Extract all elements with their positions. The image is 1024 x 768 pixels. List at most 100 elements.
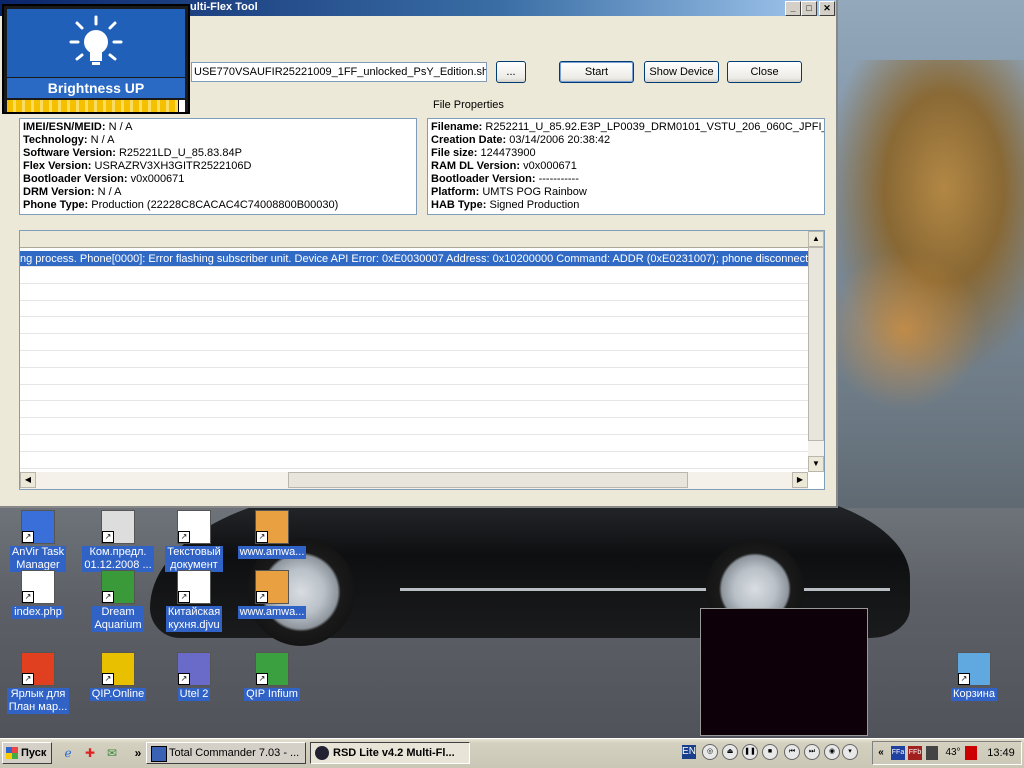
log-row[interactable]: [20, 369, 808, 385]
browse-button[interactable]: ...: [496, 61, 526, 83]
scroll-down-icon[interactable]: ▼: [808, 456, 824, 472]
scroll-left-icon[interactable]: ◀: [20, 472, 36, 488]
desktop-icon[interactable]: ↗ www.amwa...: [236, 510, 308, 559]
log-row[interactable]: [20, 285, 808, 301]
task-rsd-lite[interactable]: RSD Lite v4.2 Multi-Fl...: [310, 742, 470, 764]
quicklaunch-more-icon[interactable]: »: [130, 745, 146, 761]
maximize-button[interactable]: □: [801, 1, 817, 16]
media-menu-icon[interactable]: ▾: [842, 744, 858, 760]
log-row[interactable]: [20, 402, 808, 419]
document-icon: ↗: [101, 510, 135, 544]
log-row[interactable]: [20, 268, 808, 284]
property-value: v0x000671: [127, 173, 185, 185]
desktop-icon-label: Текстовый документ: [165, 546, 223, 572]
media-logo-icon[interactable]: ◎: [702, 744, 718, 760]
property-row: HAB Type: Signed Production: [431, 199, 821, 212]
minimize-button[interactable]: _: [785, 1, 801, 16]
filename-field[interactable]: USE770VSAUFIR25221009_1FF_unlocked_PsY_E…: [191, 62, 487, 82]
shortcut-arrow-icon: ↗: [256, 531, 268, 543]
property-row: RAM DL Version: v0x000671: [431, 160, 821, 173]
brightness-level-cap: [178, 100, 185, 112]
desktop-icon-label: Ком.предл. 01.12.2008 ...: [82, 546, 154, 572]
property-key: Phone Type:: [23, 199, 89, 211]
video-preview-window[interactable]: [700, 608, 868, 736]
shortcut-arrow-icon: ↗: [178, 531, 190, 543]
property-key: HAB Type:: [431, 199, 487, 211]
scroll-up-icon[interactable]: ▲: [808, 231, 824, 247]
log-row[interactable]: [20, 301, 808, 318]
desktop-icon[interactable]: ↗ index.php: [2, 570, 74, 619]
ie-icon[interactable]: ℯ: [60, 745, 76, 761]
property-value: N / A: [94, 186, 122, 198]
property-row: Software Version: R25221LD_U_85.83.84P: [23, 147, 413, 160]
desktop-icon[interactable]: ↗ Текстовый документ: [158, 510, 230, 572]
desktop-icon[interactable]: ↗ Китайская кухня.djvu: [158, 570, 230, 632]
desktop-icon[interactable]: ↗ AnVir Task Manager: [2, 510, 74, 572]
property-row: File size: 124473900: [431, 147, 821, 160]
log-row[interactable]: [20, 419, 808, 435]
next-icon[interactable]: ⏭: [804, 744, 820, 760]
tray-app-icon[interactable]: [965, 746, 977, 760]
log-row[interactable]: ng process. Phone[0000]: Error flashing …: [20, 251, 808, 267]
temperature-readout[interactable]: 43°: [941, 746, 965, 760]
property-row: Flex Version: USRAZRV3XH3GITR2522106D: [23, 160, 413, 173]
scroll-right-icon[interactable]: ▶: [792, 472, 808, 488]
desktop-icon[interactable]: ↗ Корзина: [938, 652, 1010, 701]
log-row[interactable]: [20, 318, 808, 335]
taskbar: Пуск ℯ ✚ ✉ » Total Commander 7.03 - ... …: [0, 738, 1024, 768]
start-button[interactable]: Пуск: [2, 742, 52, 764]
show-device-button[interactable]: Show Device: [644, 61, 719, 83]
desktop-icon[interactable]: ↗ QIP Infium: [236, 652, 308, 701]
desktop-icon[interactable]: ↗ Ком.предл. 01.12.2008 ...: [82, 510, 154, 572]
log-header[interactable]: [20, 231, 808, 248]
scroll-thumb-vertical[interactable]: [808, 247, 824, 441]
task-total-commander[interactable]: Total Commander 7.03 - ...: [146, 742, 306, 764]
desktop-icon-label: www.amwa...: [237, 606, 307, 619]
log-row[interactable]: [20, 352, 808, 368]
tray-app-icon[interactable]: FFb: [908, 746, 922, 760]
desktop-icon[interactable]: ↗ Utel 2: [158, 652, 230, 701]
messenger-icon[interactable]: ✉: [104, 745, 120, 761]
close-button[interactable]: Close: [727, 61, 802, 83]
task-label: RSD Lite v4.2 Multi-Fl...: [333, 747, 455, 759]
desktop-icon-label: Китайская кухня.djvu: [165, 606, 223, 632]
log-row[interactable]: [20, 385, 808, 402]
shortcut-arrow-icon: ↗: [102, 673, 114, 685]
start-button[interactable]: Start: [559, 61, 634, 83]
log-row[interactable]: [20, 436, 808, 452]
pause-icon[interactable]: ❚❚: [742, 744, 758, 760]
desktop-icon[interactable]: ↗ Ярлык для План мар...: [2, 652, 74, 714]
text-document-icon: ↗: [177, 510, 211, 544]
vertical-scrollbar[interactable]: ▲ ▼: [808, 231, 824, 472]
language-indicator[interactable]: EN: [682, 745, 696, 759]
property-row: Phone Type: Production (22228C8CACAC4C74…: [23, 199, 413, 212]
property-key: Filename:: [431, 121, 483, 133]
desktop-icon-label: www.amwa...: [237, 546, 307, 559]
close-window-button[interactable]: ✕: [819, 1, 835, 16]
brightness-osd: Brightness UP: [2, 4, 190, 114]
horizontal-scrollbar[interactable]: ◀ ▶: [20, 472, 808, 489]
log-row[interactable]: [20, 453, 808, 469]
scroll-thumb-horizontal[interactable]: [288, 472, 688, 488]
shortcut-arrow-icon: ↗: [178, 591, 190, 603]
desktop-icon[interactable]: ↗ Dream Aquarium: [82, 570, 154, 632]
status-log-list[interactable]: ng process. Phone[0000]: Error flashing …: [19, 230, 825, 490]
lightbulb-icon: [69, 15, 123, 65]
desktop-icon-label: AnVir Task Manager: [9, 546, 67, 572]
media-eject-icon[interactable]: ⏏: [722, 744, 738, 760]
previous-icon[interactable]: ⏮: [784, 744, 800, 760]
cpu-monitor-icon[interactable]: [926, 746, 938, 760]
volume-icon[interactable]: ◉: [824, 744, 840, 760]
property-value: Production (22228C8CACAC4C74008800B00030…: [88, 199, 339, 211]
tray-expand-icon[interactable]: «: [876, 746, 886, 760]
clock[interactable]: 13:49: [983, 746, 1019, 760]
firstaid-icon[interactable]: ✚: [82, 745, 98, 761]
stop-icon[interactable]: ■: [762, 744, 778, 760]
tray-app-icon[interactable]: FFa: [891, 746, 905, 760]
property-value: -----------: [535, 173, 579, 185]
shortcut-arrow-icon: ↗: [256, 673, 268, 685]
property-row: Creation Date: 03/14/2006 20:38:42: [431, 134, 821, 147]
desktop-icon[interactable]: ↗ QIP.Online: [82, 652, 154, 701]
log-row[interactable]: [20, 335, 808, 351]
desktop-icon[interactable]: ↗ www.amwa...: [236, 570, 308, 619]
